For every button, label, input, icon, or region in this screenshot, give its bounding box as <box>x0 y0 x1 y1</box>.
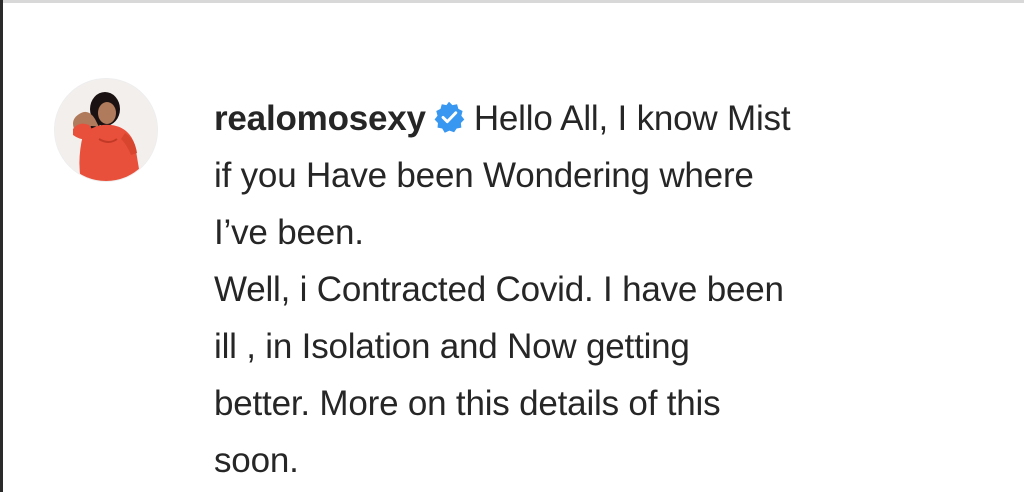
left-divider <box>0 0 3 492</box>
comment-line: ill , in Isolation and Now getting <box>214 327 690 366</box>
comment-line: Hello All, I know Mist <box>473 99 791 138</box>
comment-item: realomosexy Hello All, I know Mist if yo… <box>54 78 954 489</box>
comment-line: soon. <box>214 441 299 480</box>
comment-line: Well, i Contracted Covid. I have been <box>214 270 784 309</box>
comment-line: if you Have been Wondering where <box>214 156 754 195</box>
comment-screenshot: realomosexy Hello All, I know Mist if yo… <box>0 0 1024 492</box>
verified-badge-icon <box>434 101 465 133</box>
comment-text-block: realomosexy Hello All, I know Mist if yo… <box>214 90 954 489</box>
profile-avatar-icon[interactable] <box>54 78 158 182</box>
comment-line: I’ve been. <box>214 213 364 252</box>
username-link[interactable]: realomosexy <box>214 99 426 138</box>
top-divider <box>0 0 1024 3</box>
comment-line: better. More on this details of this <box>214 384 721 423</box>
